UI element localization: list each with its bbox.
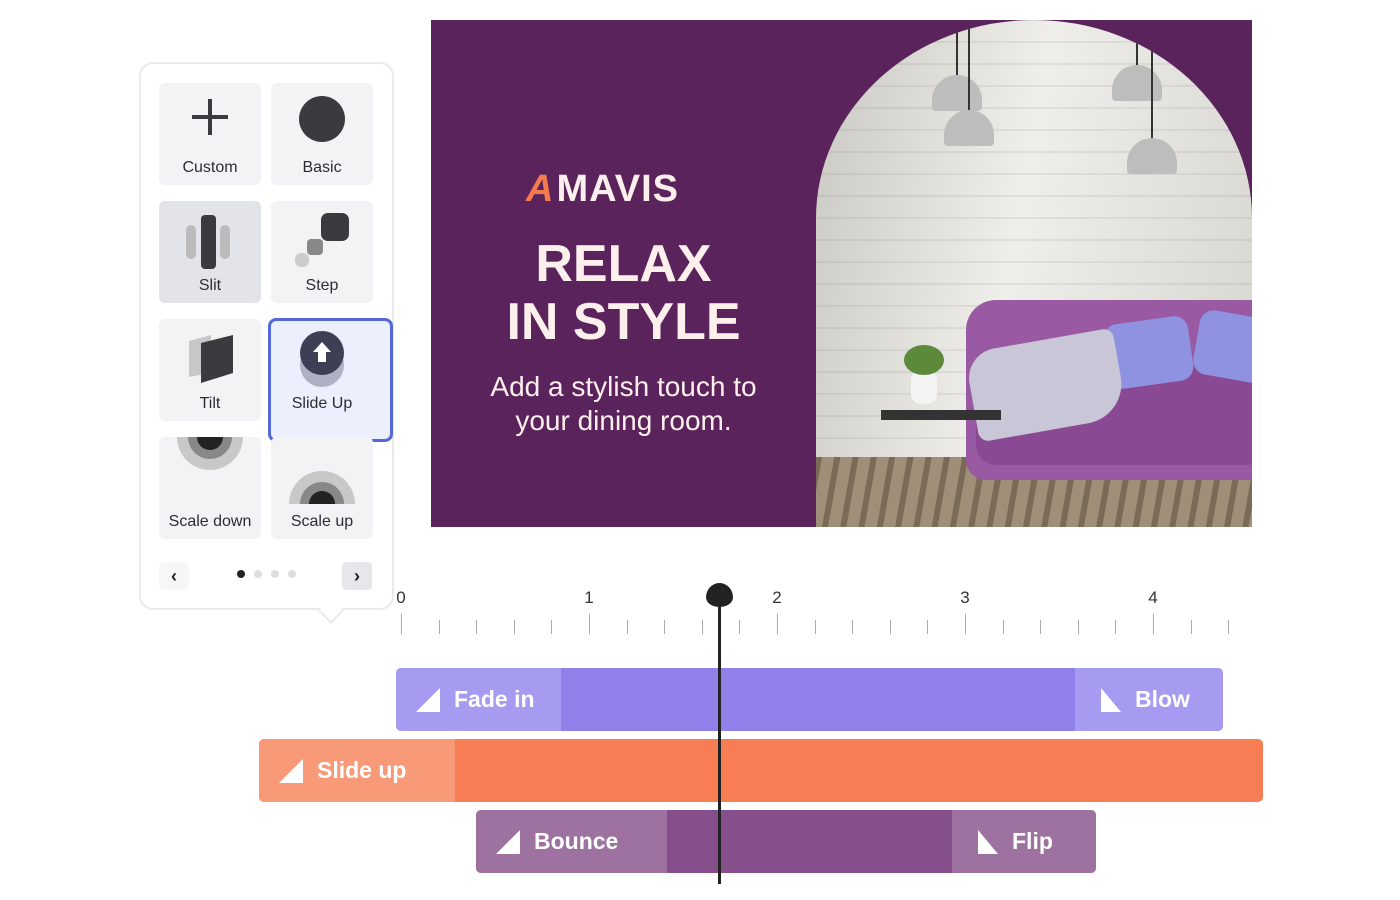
headline: RELAX IN STYLE	[506, 235, 741, 351]
prev-page-button[interactable]: ‹	[159, 562, 189, 590]
tile-label: Scale up	[290, 513, 354, 530]
ruler-tick	[438, 620, 440, 634]
ruler-label: 0	[396, 588, 406, 607]
animation-track[interactable]: Fade in Blow	[396, 668, 1223, 731]
tile-basic[interactable]: Basic	[271, 83, 373, 185]
tile-scale-up[interactable]: Scale up	[271, 437, 373, 539]
tile-tilt[interactable]: Tilt	[159, 319, 261, 421]
in-animation-label: Slide up	[317, 757, 407, 783]
ease-in-icon	[279, 758, 303, 783]
out-animation[interactable]: Blow	[1075, 668, 1223, 731]
ruler-label: 3	[960, 588, 970, 607]
ruler-tick	[814, 620, 816, 634]
tile-label: Slide Up	[291, 395, 353, 412]
ease-in-icon	[496, 829, 520, 854]
tile-custom[interactable]: Custom	[159, 83, 261, 185]
scale-up-icon	[289, 471, 355, 504]
ruler-label: 4	[1148, 588, 1158, 607]
tile-scale-down[interactable]: Scale down	[159, 437, 261, 539]
page-dot[interactable]	[271, 570, 279, 578]
ruler-tick	[1115, 620, 1117, 634]
page-dot[interactable]	[254, 570, 262, 578]
tile-slit[interactable]: Slit	[159, 201, 261, 303]
plus-icon	[192, 99, 228, 135]
slit-icon	[186, 215, 230, 269]
tile-label: Basic	[302, 159, 342, 176]
in-animation[interactable]: Fade in	[396, 668, 561, 731]
ruler-tick	[965, 614, 966, 634]
tile-label: Custom	[182, 159, 238, 176]
animation-track[interactable]: Slide up	[259, 739, 1263, 802]
ease-out-icon	[1101, 687, 1121, 712]
ruler-tick	[852, 620, 854, 634]
ruler-tick	[513, 620, 515, 634]
slide-canvas[interactable]: AMAVIS RELAX IN STYLE Add a stylish touch…	[431, 20, 1252, 527]
ruler-tick	[701, 620, 703, 634]
logo-mark-icon: A	[526, 168, 555, 210]
tile-label: Slit	[198, 277, 222, 294]
ruler-tick	[1002, 620, 1004, 634]
ruler-tick	[889, 620, 891, 634]
track-body[interactable]	[667, 810, 952, 873]
in-animation-label: Fade in	[454, 686, 535, 712]
ruler-tick	[664, 620, 666, 634]
tile-label: Tilt	[199, 395, 221, 412]
room-photo	[816, 20, 1252, 527]
ruler-tick	[1228, 620, 1230, 634]
out-animation[interactable]: Flip	[952, 810, 1096, 873]
track-body[interactable]	[455, 739, 1263, 802]
track-body[interactable]	[561, 668, 1075, 731]
in-animation-label: Bounce	[534, 828, 619, 854]
out-animation-label: Blow	[1135, 686, 1190, 712]
subtitle: Add a stylish touch to your dining room.	[490, 371, 757, 436]
page-dot[interactable]	[288, 570, 296, 578]
ruler-tick	[1153, 614, 1154, 634]
ruler-tick	[739, 620, 741, 634]
circle-icon	[299, 96, 345, 142]
ruler-label: 2	[772, 588, 782, 607]
ruler-tick	[401, 614, 402, 634]
animation-track[interactable]: Bounce Flip	[476, 810, 1096, 873]
ruler-tick	[476, 620, 478, 634]
ruler-tick	[777, 614, 778, 634]
ruler-tick	[626, 620, 628, 634]
playhead-handle[interactable]	[705, 583, 733, 607]
scale-down-icon	[177, 437, 243, 470]
tile-label: Step	[305, 277, 339, 294]
page-dot-active[interactable]	[237, 570, 245, 578]
step-icon	[295, 213, 349, 267]
ruler-tick	[927, 620, 929, 634]
ease-in-icon	[416, 687, 440, 712]
ruler-tick	[1190, 620, 1192, 634]
next-page-button[interactable]: ›	[342, 562, 372, 590]
arrow-up-circle-icon	[300, 331, 344, 387]
ruler-tick	[1077, 620, 1079, 634]
brand-logo: AMAVIS	[526, 168, 679, 210]
in-animation[interactable]: Slide up	[259, 739, 455, 802]
ease-out-icon	[978, 829, 998, 854]
tilt-icon	[189, 335, 233, 383]
out-animation-label: Flip	[1012, 828, 1053, 854]
ruler-tick	[589, 614, 590, 634]
tile-slide-up[interactable]: Slide Up	[271, 319, 373, 421]
playhead-line[interactable]	[717, 590, 721, 884]
ruler-tick	[1040, 620, 1042, 634]
tile-step[interactable]: Step	[271, 201, 373, 303]
in-animation[interactable]: Bounce	[476, 810, 667, 873]
ruler-label: 1	[584, 588, 594, 607]
ruler-tick	[551, 620, 553, 634]
tile-label: Scale down	[168, 513, 252, 530]
